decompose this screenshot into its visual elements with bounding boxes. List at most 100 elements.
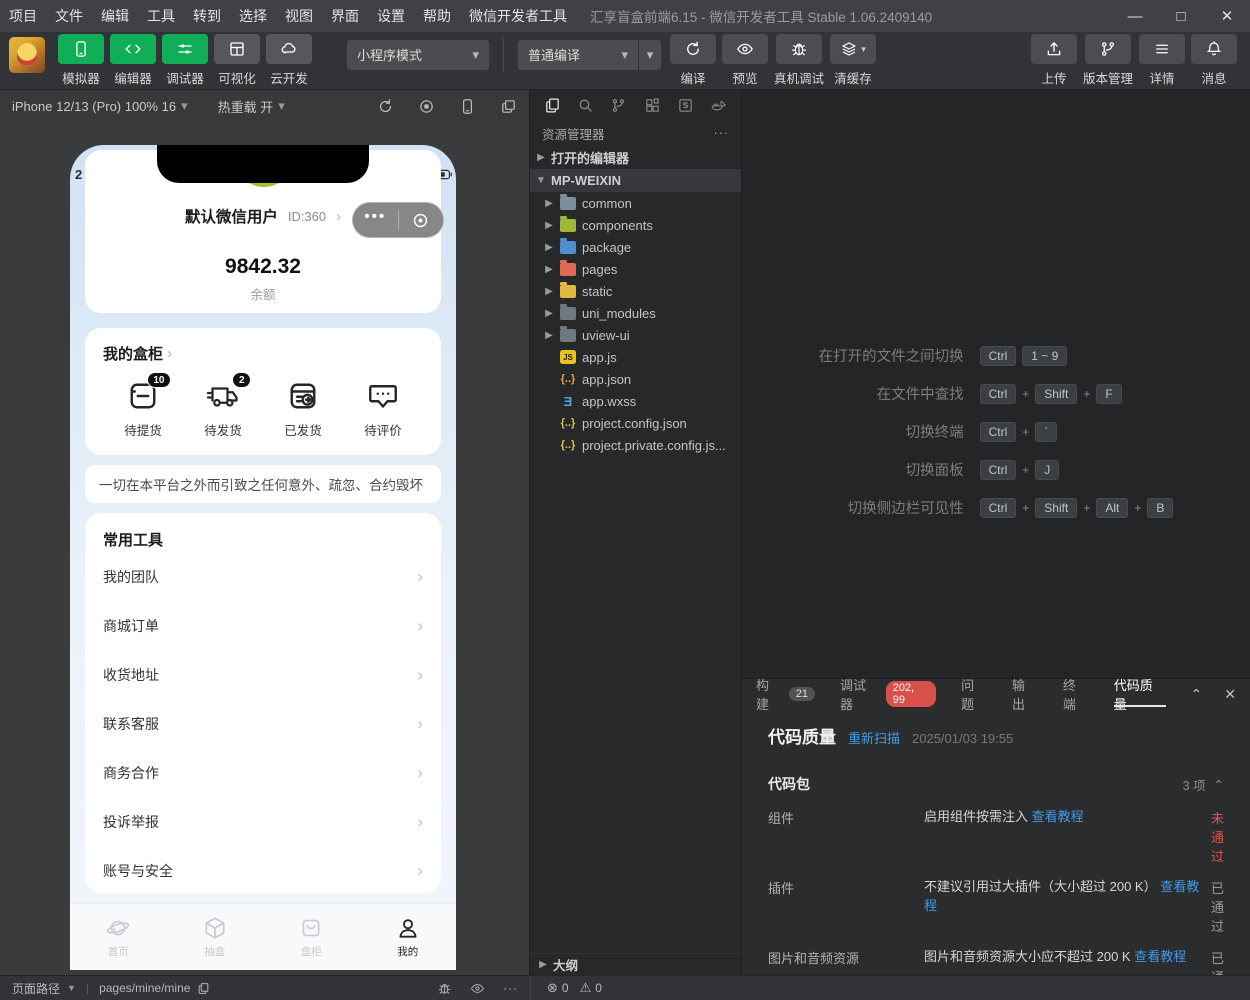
warning-counter[interactable]: ⚠ 0 — [580, 980, 602, 996]
menu-5[interactable]: 转到 — [184, 6, 230, 26]
rescan-link[interactable]: 重新扫描 — [848, 728, 900, 747]
menu-11[interactable]: 微信开发者工具 — [460, 6, 576, 26]
编译-button[interactable]: 编译 — [670, 34, 716, 87]
tree-item-project.private.config.js...[interactable]: {..}project.private.config.js... — [530, 434, 741, 456]
tool-row-联系客服[interactable]: 联系客服› — [103, 699, 423, 748]
menu-3[interactable]: 编辑 — [92, 6, 138, 26]
panel-tab-问题[interactable]: 问题 — [961, 679, 987, 709]
panel-collapse-icon[interactable]: ⌃ — [1191, 686, 1203, 703]
panel-tab-badge: 21 — [789, 687, 815, 701]
minimize-button[interactable]: — — [1112, 0, 1158, 32]
menu-7[interactable]: 视图 — [276, 6, 322, 26]
tool-row-商务合作[interactable]: 商务合作› — [103, 748, 423, 797]
git-branch-icon[interactable] — [610, 97, 627, 114]
phone-tab-首页[interactable]: 首页 — [70, 915, 167, 959]
phone-tab-抽盒[interactable]: 抽盒 — [167, 915, 264, 959]
menu-2[interactable]: 文件 — [46, 6, 92, 26]
panel-tab-代码质量[interactable]: 代码质量 — [1114, 679, 1166, 709]
cabinet-item-待评价[interactable]: 待评价 — [343, 378, 423, 439]
云开发-button[interactable]: 云开发 — [266, 34, 312, 87]
maximize-button[interactable]: □ — [1158, 0, 1204, 32]
phone-tab-盒柜[interactable]: 盒柜 — [263, 915, 360, 959]
copy-icon[interactable] — [197, 982, 210, 995]
phone-tab-我的[interactable]: 我的 — [360, 915, 457, 959]
tree-item-app.js[interactable]: JSapp.js — [530, 346, 741, 368]
详情-button[interactable]: 详情 — [1139, 34, 1185, 87]
tutorial-link[interactable]: 查看教程 — [1032, 809, 1084, 824]
tool-row-我的团队[interactable]: 我的团队› — [103, 552, 423, 601]
panel-tab-输出[interactable]: 输出 — [1012, 679, 1038, 709]
tree-item-static[interactable]: ▶static — [530, 280, 741, 302]
menu-10[interactable]: 帮助 — [414, 6, 460, 26]
tutorial-link[interactable]: 查看教程 — [1134, 949, 1186, 964]
tree-item-project.config.json[interactable]: {..}project.config.json — [530, 412, 741, 434]
more-menu-button[interactable]: ••• — [353, 212, 398, 228]
device-select[interactable]: iPhone 12/13 (Pro) 100% 16▾ — [12, 98, 188, 114]
上传-button[interactable]: 上传 — [1031, 34, 1077, 87]
panel-close-icon[interactable]: ✕ — [1224, 686, 1236, 703]
panel-tab-调试器[interactable]: 调试器202, 99 — [840, 679, 936, 709]
编辑器-button[interactable]: 编辑器 — [110, 34, 156, 87]
tree-item-package[interactable]: ▶package — [530, 236, 741, 258]
清缓存-button[interactable]: ▾清缓存 — [830, 34, 876, 87]
error-counter[interactable]: ⊗ 0 — [547, 980, 569, 996]
tutorial-link[interactable]: 查看教程 — [924, 879, 1199, 913]
search-icon[interactable] — [577, 97, 594, 114]
debug-icon[interactable] — [437, 981, 452, 996]
tool-row-收货地址[interactable]: 收货地址› — [103, 650, 423, 699]
panel-tab-终端[interactable]: 终端 — [1063, 679, 1089, 709]
版本管理-button[interactable]: 版本管理 — [1083, 34, 1133, 87]
cabinet-item-待发货[interactable]: 2待发货 — [183, 378, 263, 439]
record-icon[interactable] — [418, 98, 435, 115]
tree-item-uni_modules[interactable]: ▶uni_modules — [530, 302, 741, 324]
调试器-button[interactable]: 调试器 — [162, 34, 208, 87]
tool-row-商城订单[interactable]: 商城订单› — [103, 601, 423, 650]
group-collapse[interactable]: 3 项⌃ — [1183, 775, 1224, 794]
outline-section[interactable]: ▶大纲 — [530, 953, 741, 975]
docker-whale-icon[interactable] — [710, 97, 727, 114]
project-root-section[interactable]: ▼MP-WEIXIN — [530, 169, 741, 192]
more-actions-icon[interactable]: ··· — [714, 126, 730, 140]
detach-window-icon[interactable] — [500, 98, 517, 115]
menu-4[interactable]: 工具 — [138, 6, 184, 26]
close-mini-program-button[interactable] — [399, 211, 444, 230]
more-icon[interactable]: ··· — [503, 981, 518, 995]
预览-button[interactable]: 预览 — [722, 34, 768, 87]
extensions-icon[interactable] — [644, 97, 661, 114]
cabinet-item-已发货[interactable]: 已发货 — [263, 378, 343, 439]
planet-icon — [105, 915, 131, 941]
npm-icon[interactable] — [677, 97, 694, 114]
tree-item-app.wxss[interactable]: Ǝapp.wxss — [530, 390, 741, 412]
mode-select[interactable]: 小程序模式▾ — [347, 40, 489, 70]
device-frame-icon[interactable] — [459, 98, 476, 115]
eye-icon[interactable] — [470, 981, 485, 996]
menu-1[interactable]: 项目 — [0, 6, 46, 26]
panel-tab-构建[interactable]: 构建21 — [756, 679, 815, 709]
tree-item-pages[interactable]: ▶pages — [530, 258, 741, 280]
close-button[interactable]: ✕ — [1204, 0, 1250, 32]
模拟器-button[interactable]: 模拟器 — [58, 34, 104, 87]
tool-row-账号与安全[interactable]: 账号与安全› — [103, 846, 423, 895]
消息-button[interactable]: 消息 — [1191, 34, 1237, 87]
menu-9[interactable]: 设置 — [368, 6, 414, 26]
tree-item-components[interactable]: ▶components — [530, 214, 741, 236]
tree-item-common[interactable]: ▶common — [530, 192, 741, 214]
真机调试-button[interactable]: 真机调试 — [774, 34, 824, 87]
user-avatar[interactable] — [9, 37, 45, 73]
cabinet-item-待提货[interactable]: 10待提货 — [103, 378, 183, 439]
open-editors-section[interactable]: ▶打开的编辑器 — [530, 146, 741, 169]
menu-8[interactable]: 界面 — [322, 6, 368, 26]
compile-select[interactable]: 普通编译▾ — [518, 40, 638, 70]
compile-options-button[interactable]: ▾ — [639, 40, 661, 70]
tool-row-投诉举报[interactable]: 投诉举报› — [103, 797, 423, 846]
menu-6[interactable]: 选择 — [230, 6, 276, 26]
restart-icon[interactable] — [377, 98, 394, 115]
user-id[interactable]: ID:360 — [288, 209, 326, 224]
可视化-button[interactable]: 可视化 — [214, 34, 260, 87]
hot-reload-toggle[interactable]: 热重载 开▾ — [218, 97, 285, 116]
files-icon[interactable] — [544, 97, 561, 114]
tree-item-uview-ui[interactable]: ▶uview-ui — [530, 324, 741, 346]
tree-item-app.json[interactable]: {..}app.json — [530, 368, 741, 390]
page-path-label[interactable]: 页面路径 — [12, 980, 60, 997]
cabinet-header[interactable]: 我的盒柜 › — [103, 343, 423, 364]
